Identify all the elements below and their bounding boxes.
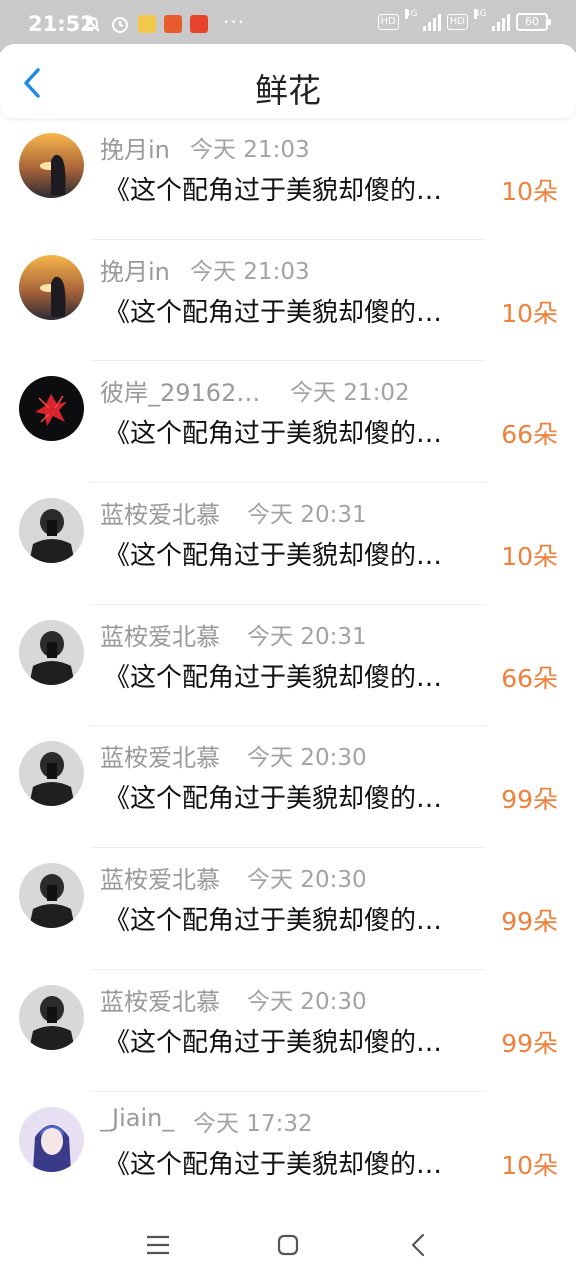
timestamp: 今天 20:31 <box>247 623 367 650</box>
timestamp: 今天 20:31 <box>247 502 367 529</box>
timestamp: 今天 20:30 <box>247 988 367 1015</box>
list-item[interactable]: 蓝桉爱北慕 今天 20:30 《这个配角过于美貌却傻的… 99朵 <box>0 726 576 849</box>
message-text: 《这个配角过于美貌却傻的… <box>104 1149 443 1180</box>
message-text: 《这个配角过于美貌却傻的… <box>104 176 443 206</box>
message-text: 《这个配角过于美貌却傻的… <box>104 541 443 572</box>
timestamp: 今天 21:03 <box>190 258 310 285</box>
list-item[interactable]: 蓝桉爱北慕 今天 20:31 《这个配角过于美貌却傻的… 66朵 <box>0 605 576 727</box>
flower-count: 99朵 <box>501 907 558 937</box>
sender-name: 蓝桉爱北慕 <box>100 987 220 1016</box>
system-nav-bar <box>0 1210 576 1280</box>
sender-name: 蓝桉爱北慕 <box>100 744 220 773</box>
sender-name: 彼岸_29162… <box>100 379 261 408</box>
page-title: 鲜花 <box>255 71 321 110</box>
sender-name: 蓝桉爱北慕 <box>100 866 220 895</box>
list-item[interactable]: 蓝桉爱北慕 今天 20:30 《这个配角过于美貌却傻的… 99朵 <box>0 970 576 1092</box>
list-item[interactable]: 挽月in 今天 21:03 《这个配角过于美貌却傻的… 10朵 <box>0 118 576 240</box>
flower-count: 10朵 <box>501 1150 558 1180</box>
flower-count: 99朵 <box>501 785 558 815</box>
app-notification-icon <box>138 15 156 33</box>
flower-count: 10朵 <box>501 298 558 328</box>
list-item[interactable]: _Jiain_ 今天 17:32 《这个配角过于美貌却傻的… 10朵 <box>0 1092 576 1214</box>
avatar[interactable] <box>19 254 84 320</box>
sender-name: 挽月in <box>100 136 170 164</box>
avatar[interactable] <box>19 498 84 564</box>
alarm-icon <box>112 17 128 33</box>
app-notification-icon <box>190 15 208 33</box>
message-text: 《这个配角过于美貌却傻的… <box>104 906 443 937</box>
avatar[interactable] <box>19 133 84 198</box>
timestamp: 今天 20:30 <box>247 745 367 772</box>
avatar[interactable] <box>19 1106 84 1172</box>
mute-bell-icon <box>84 16 100 32</box>
list-item[interactable]: 彼岸_29162… 今天 21:02 《这个配角过于美貌却傻的… 66朵 <box>0 361 576 484</box>
back-triangle-icon[interactable] <box>402 1228 436 1262</box>
header: 鲜花 <box>0 44 576 118</box>
timestamp: 今天 21:02 <box>290 380 410 407</box>
flower-count: 66朵 <box>501 420 558 450</box>
hd-icon: HD <box>377 14 399 30</box>
home-square-icon[interactable] <box>271 1228 305 1262</box>
signal-icon: 4G <box>404 9 441 31</box>
list-item[interactable]: 挽月in 今天 21:03 《这个配角过于美貌却傻的… 10朵 <box>0 240 576 362</box>
message-text: 《这个配角过于美貌却傻的… <box>104 662 443 693</box>
app-notification-icon <box>164 15 182 33</box>
avatar[interactable] <box>19 741 84 807</box>
flower-list: 挽月in 今天 21:03 《这个配角过于美貌却傻的… 10朵 挽月in 今天 … <box>0 118 576 1214</box>
flower-count: 66朵 <box>501 663 558 693</box>
hd-icon: HD <box>446 14 468 30</box>
battery-icon: 60 <box>516 13 551 31</box>
sender-name: 蓝桉爱北慕 <box>100 622 220 651</box>
avatar[interactable] <box>19 619 84 685</box>
timestamp: 今天 20:30 <box>247 867 367 894</box>
sender-name: 挽月in <box>100 257 170 286</box>
avatar[interactable] <box>19 376 84 442</box>
list-item[interactable]: 蓝桉爱北慕 今天 20:30 《这个配角过于美貌却傻的… 99朵 <box>0 848 576 970</box>
timestamp: 今天 17:32 <box>193 1110 313 1137</box>
sender-name: _Jiain_ <box>100 1103 175 1132</box>
menu-icon[interactable] <box>141 1228 175 1262</box>
status-icons-right: HD 4G HD 4G 60 <box>377 9 551 31</box>
message-text: 《这个配角过于美貌却傻的… <box>104 784 443 815</box>
more-notifications-icon: ··· <box>223 10 246 34</box>
message-text: 《这个配角过于美貌却傻的… <box>104 297 443 328</box>
message-text: 《这个配角过于美貌却傻的… <box>104 1027 443 1058</box>
list-item[interactable]: 蓝桉爱北慕 今天 20:31 《这个配角过于美貌却傻的… 10朵 <box>0 483 576 605</box>
signal-icon: 4G <box>474 9 510 31</box>
message-text: 《这个配角过于美貌却傻的… <box>104 419 443 450</box>
flower-count: 99朵 <box>501 1028 558 1058</box>
avatar[interactable] <box>19 863 84 929</box>
flower-count: 10朵 <box>501 177 558 206</box>
timestamp: 今天 21:03 <box>190 137 310 163</box>
sender-name: 蓝桉爱北慕 <box>100 501 220 530</box>
flower-count: 10朵 <box>501 542 558 572</box>
avatar[interactable] <box>19 984 84 1050</box>
status-icons-left <box>82 14 208 34</box>
